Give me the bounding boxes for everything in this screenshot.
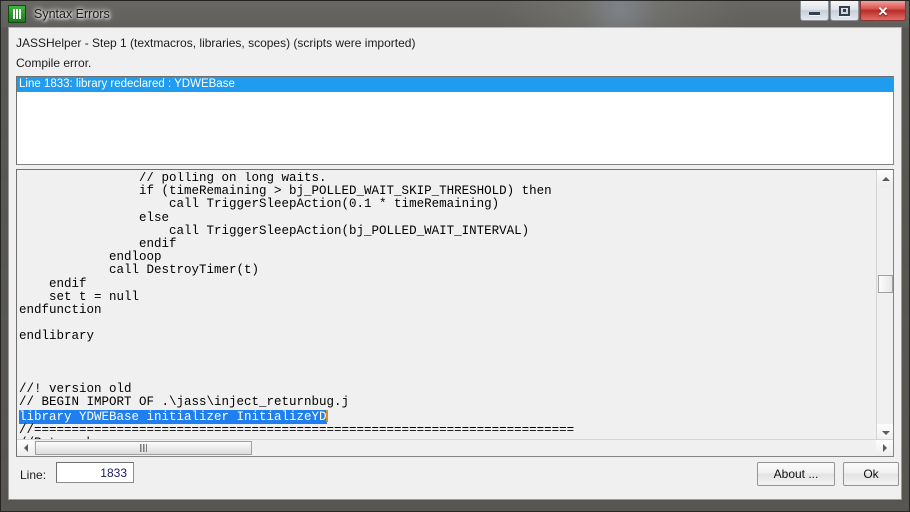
error-summary: Compile error. <box>16 56 92 70</box>
scroll-thumb-grip <box>140 444 147 452</box>
code-lines-before: // polling on long waits. if (timeRemain… <box>19 172 552 410</box>
vertical-scroll-thumb[interactable] <box>878 275 893 293</box>
close-icon: ✕ <box>877 3 889 19</box>
code-selected-line: library YDWEBase initializer InitializeY… <box>19 409 327 424</box>
restore-icon <box>839 5 850 16</box>
scroll-right-icon <box>882 444 887 452</box>
syntax-errors-window: Syntax Errors ✕ JASSHelper - Step 1 (tex… <box>0 0 910 512</box>
code-horizontal-scrollbar[interactable] <box>17 439 893 456</box>
line-label: Line: <box>20 468 47 482</box>
error-list[interactable]: Line 1833: library redeclared : YDWEBase <box>16 76 894 165</box>
dialog-client-area: JASSHelper - Step 1 (textmacros, librari… <box>8 27 902 500</box>
maximize-button[interactable] <box>830 1 859 21</box>
text-caret <box>325 409 329 422</box>
about-button[interactable]: About ... <box>757 462 835 486</box>
ok-button[interactable]: Ok <box>843 462 899 486</box>
window-titlebar[interactable]: Syntax Errors ✕ <box>1 1 909 27</box>
horizontal-scroll-thumb[interactable] <box>35 441 252 455</box>
status-line: JASSHelper - Step 1 (textmacros, librari… <box>16 36 416 50</box>
scroll-up-icon <box>881 176 890 181</box>
minimize-button[interactable] <box>800 1 829 21</box>
code-text: // polling on long waits. if (timeRemain… <box>19 172 875 440</box>
scroll-left-icon <box>23 444 28 452</box>
scroll-left-button[interactable] <box>17 440 34 456</box>
minimize-icon <box>809 11 820 15</box>
scroll-down-icon <box>881 430 890 435</box>
window-title: Syntax Errors <box>34 7 110 21</box>
code-lines-after: //======================================… <box>19 422 575 440</box>
window-controls: ✕ <box>799 1 906 22</box>
scroll-up-button[interactable] <box>877 170 893 187</box>
list-item[interactable]: Line 1833: library redeclared : YDWEBase <box>17 77 893 92</box>
jasshelper-icon <box>8 5 26 23</box>
close-button[interactable]: ✕ <box>860 1 906 21</box>
code-preview-box[interactable]: // polling on long waits. if (timeRemain… <box>16 169 894 457</box>
code-vertical-scrollbar[interactable] <box>876 170 893 441</box>
line-input[interactable]: 1833 <box>56 462 134 483</box>
scroll-right-button[interactable] <box>876 440 893 456</box>
